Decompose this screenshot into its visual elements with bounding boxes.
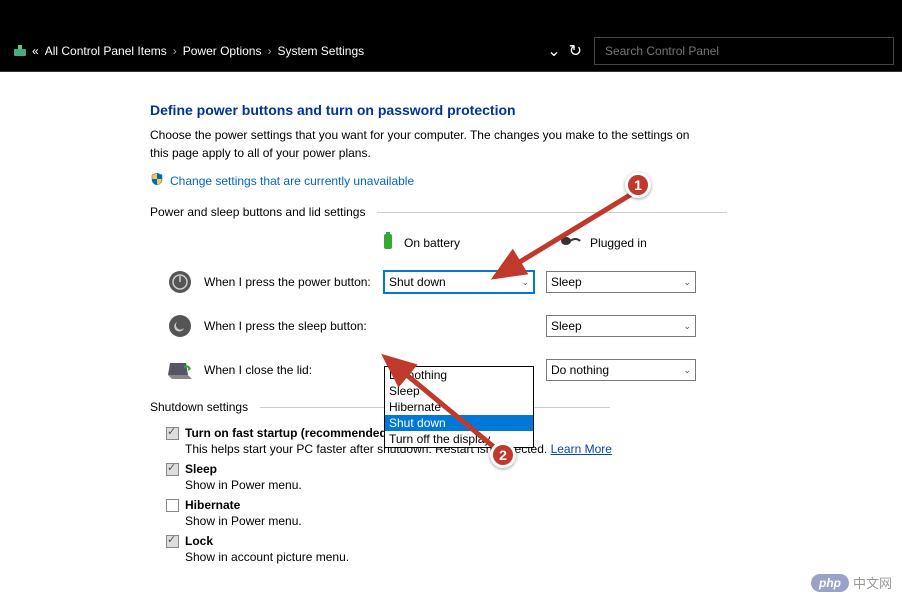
- checkbox-icon[interactable]: [166, 499, 179, 512]
- page-title: Define power buttons and turn on passwor…: [150, 102, 902, 118]
- checkbox-description: This helps start your PC faster after sh…: [185, 442, 902, 456]
- change-settings-link[interactable]: Change settings that are currently unava…: [170, 174, 414, 188]
- annotation-badge-2: 2: [490, 442, 516, 468]
- php-logo-icon: php: [811, 574, 849, 592]
- breadcrumb-item[interactable]: All Control Panel Items: [45, 44, 167, 58]
- chevron-right-icon: ›: [267, 44, 271, 58]
- watermark: php 中文网: [811, 573, 892, 592]
- chevron-down-icon: ⌄: [683, 277, 691, 288]
- history-dropdown-icon[interactable]: ⌄: [547, 41, 560, 61]
- refresh-icon[interactable]: ↻: [569, 41, 582, 61]
- annotation-badge-1: 1: [625, 172, 651, 198]
- checkbox-description: Show in Power menu.: [185, 514, 902, 528]
- breadcrumb-item[interactable]: Power Options: [183, 44, 262, 58]
- close-lid-plugged-dropdown[interactable]: Do nothing⌄: [546, 359, 696, 381]
- checkbox-lock[interactable]: Lock: [166, 534, 902, 548]
- row-sleep-button: When I press the sleep button: Sleep⌄: [150, 312, 902, 340]
- chevron-down-icon: ⌄: [521, 277, 529, 288]
- checkbox-description: Show in account picture menu.: [185, 550, 902, 564]
- window-icon: [12, 43, 28, 59]
- learn-more-link[interactable]: Learn More: [551, 442, 612, 456]
- column-header-battery: On battery: [380, 231, 460, 254]
- window-titlebar: [0, 0, 902, 30]
- checkbox-fast-startup[interactable]: Turn on fast startup (recommended): [166, 426, 902, 440]
- row-label: When I press the power button:: [194, 275, 384, 289]
- plug-icon: [560, 234, 582, 251]
- dropdown-option-selected[interactable]: Shut down: [385, 415, 533, 431]
- power-button-plugged-dropdown[interactable]: Sleep⌄: [546, 271, 696, 293]
- breadcrumb-prefix: «: [32, 44, 39, 58]
- checkbox-description: Show in Power menu.: [185, 478, 902, 492]
- power-button-icon: [166, 268, 194, 296]
- checkbox-icon[interactable]: [166, 463, 179, 476]
- checkbox-icon[interactable]: [166, 535, 179, 548]
- dropdown-options-list[interactable]: Do nothing Sleep Hibernate Shut down Tur…: [384, 366, 534, 448]
- breadcrumb-item[interactable]: System Settings: [277, 44, 364, 58]
- row-label: When I close the lid:: [194, 363, 384, 377]
- content-area: Define power buttons and turn on passwor…: [0, 72, 902, 602]
- shield-icon: [150, 172, 164, 189]
- row-label: When I press the sleep button:: [194, 319, 384, 333]
- chevron-right-icon: ›: [173, 44, 177, 58]
- address-bar: « All Control Panel Items › Power Option…: [0, 30, 902, 72]
- chevron-down-icon: ⌄: [683, 365, 691, 376]
- checkbox-hibernate[interactable]: Hibernate: [166, 498, 902, 512]
- row-power-button: When I press the power button: Shut down…: [150, 268, 902, 296]
- search-input[interactable]: [594, 37, 894, 65]
- lid-icon: [166, 356, 194, 384]
- sleep-button-plugged-dropdown[interactable]: Sleep⌄: [546, 315, 696, 337]
- checkbox-icon[interactable]: [166, 427, 179, 440]
- dropdown-option[interactable]: Hibernate: [385, 399, 533, 415]
- chevron-down-icon: ⌄: [683, 321, 691, 332]
- column-header-plugged: Plugged in: [560, 234, 647, 251]
- sleep-button-icon: [166, 312, 194, 340]
- battery-icon: [380, 231, 396, 254]
- checkbox-sleep[interactable]: Sleep: [166, 462, 902, 476]
- breadcrumb[interactable]: « All Control Panel Items › Power Option…: [32, 44, 539, 58]
- dropdown-option[interactable]: Do nothing: [385, 367, 533, 383]
- dropdown-option[interactable]: Sleep: [385, 383, 533, 399]
- power-button-battery-dropdown[interactable]: Shut down⌄: [384, 271, 534, 293]
- page-description: Choose the power settings that you want …: [150, 126, 710, 162]
- section-header-buttons: Power and sleep buttons and lid settings: [150, 205, 902, 219]
